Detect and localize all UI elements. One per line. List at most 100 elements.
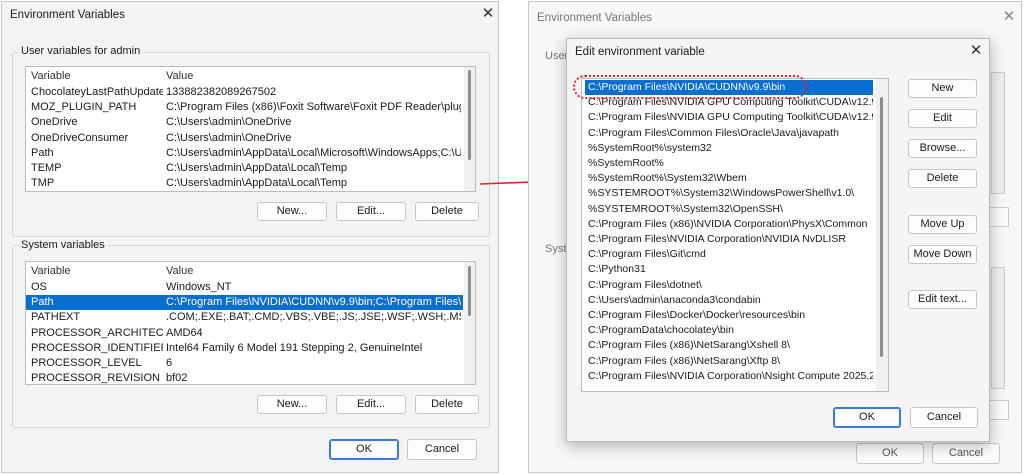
vertical-scrollbar[interactable] (464, 262, 475, 384)
edit-text-button[interactable]: Edit text... (908, 290, 977, 309)
bg-ok-button: OK (856, 443, 924, 464)
move-down-button[interactable]: Move Down (908, 245, 977, 264)
bg-list-right-edge (991, 72, 1005, 194)
table-row[interactable]: OneDriveConsumer C:\Users\admin\OneDrive (26, 131, 463, 146)
path-entry[interactable]: C:\Program Files\Docker\Docker\resources… (585, 308, 873, 323)
close-icon[interactable]: ✕ (478, 5, 498, 23)
variable-name: TMP (31, 177, 55, 190)
highlight-circle (573, 75, 807, 99)
variable-value: C:\Users\admin\OneDrive (166, 116, 292, 129)
user-new-button[interactable]: New... (257, 202, 327, 221)
window-title: Environment Variables (10, 9, 125, 21)
user-vars-list[interactable]: Variable Value ChocolateyLastPathUpdate 1… (25, 66, 476, 192)
variable-value: 6 (166, 357, 173, 369)
variable-name: PROCESSOR_LEVEL (31, 357, 142, 369)
path-entry[interactable]: %SystemRoot% (585, 156, 873, 171)
table-row[interactable]: MOZ_PLUGIN_PATH C:\Program Files (x86)\Fo… (26, 100, 463, 115)
bg-cancel-button: Cancel (932, 443, 1000, 464)
path-entry[interactable]: C:\Program Files\NVIDIA GPU Computing To… (585, 110, 873, 125)
system-vars-label: System variables (18, 239, 108, 251)
variable-value: C:\Users\admin\OneDrive (166, 131, 292, 144)
ok-button[interactable]: OK (833, 407, 901, 428)
path-entry[interactable]: C:\Program Files\Common Files\Oracle\Jav… (585, 126, 873, 141)
table-row[interactable]: PATHEXT .COM;.EXE;.BAT;.CMD;.VBS;.VBE;.JS… (26, 310, 463, 325)
close-icon[interactable]: ✕ (999, 8, 1019, 26)
table-row[interactable]: Path C:\Users\admin\AppData\Local\Microso… (26, 146, 463, 161)
ok-button[interactable]: OK (329, 439, 399, 460)
scrollbar-thumb[interactable] (468, 70, 471, 160)
path-entry[interactable]: C:\ProgramData\chocolatey\bin (585, 323, 873, 338)
system-delete-button[interactable]: Delete (415, 395, 479, 414)
delete-button[interactable]: Delete (908, 169, 977, 188)
new-button[interactable]: New (908, 79, 977, 98)
variable-name: TEMP (31, 162, 62, 174)
bg-list-right-edge (991, 267, 1005, 389)
bg-button (989, 400, 1009, 420)
table-row[interactable]: ChocolateyLastPathUpdate 1338823820892675… (26, 85, 463, 100)
variable-value: Intel64 Family 6 Model 191 Stepping 2, G… (166, 341, 423, 354)
dialog-title: Edit environment variable (575, 46, 705, 58)
table-row[interactable]: Path C:\Program Files\NVIDIA\CUDNN\v9.9\b… (26, 295, 463, 311)
edit-button[interactable]: Edit (908, 109, 977, 128)
variable-value: Windows_NT (166, 281, 232, 293)
variable-name: PROCESSOR_REVISION (31, 372, 160, 385)
vertical-scrollbar[interactable] (876, 79, 888, 391)
bg-user-label: User (545, 50, 569, 62)
variable-name: PROCESSOR_ARCHITECTURE (31, 326, 163, 339)
path-entry[interactable]: %SystemRoot%\system32 (585, 141, 873, 156)
vertical-scrollbar[interactable] (464, 67, 475, 191)
cancel-button[interactable]: Cancel (910, 407, 978, 428)
variable-value: C:\Program Files\NVIDIA\CUDNN\v9.9\bin;C… (166, 296, 461, 309)
table-row[interactable]: PROCESSOR_IDENTIFIER Intel64 Family 6 Mod… (26, 341, 463, 356)
user-edit-button[interactable]: Edit... (336, 202, 406, 221)
table-row[interactable]: PROCESSOR_ARCHITECTUREAMD64 (26, 326, 463, 341)
close-icon[interactable]: ✕ (966, 42, 986, 60)
table-row[interactable]: OneDrive C:\Users\admin\OneDrive (26, 115, 463, 130)
scrollbar-thumb[interactable] (880, 97, 883, 357)
scrollbar-thumb[interactable] (468, 266, 471, 316)
variable-name: PROCESSOR_IDENTIFIER (31, 341, 163, 354)
column-header-value[interactable]: Value (166, 264, 193, 279)
variable-name: ChocolateyLastPathUpdate (31, 86, 163, 98)
variable-name: MOZ_PLUGIN_PATH (31, 101, 137, 114)
list-header: Variable Value (26, 264, 475, 279)
variable-value: .COM;.EXE;.BAT;.CMD;.VBS;.VBE;.JS;.JSE;.… (166, 311, 461, 324)
path-entry[interactable]: %SYSTEMROOT%\System32\WindowsPowerShell\… (585, 186, 873, 201)
cancel-button[interactable]: Cancel (407, 439, 477, 460)
table-row[interactable]: TEMP C:\Users\admin\AppData\Local\Temp (26, 161, 463, 176)
bg-button (989, 207, 1009, 227)
path-entry[interactable]: C:\Program Files\NVIDIA Corporation\NVID… (585, 232, 873, 247)
column-header-variable[interactable]: Variable (31, 264, 71, 279)
path-entry[interactable]: C:\Program Files (x86)\NetSarang\Xftp 8\ (585, 354, 873, 369)
column-header-variable[interactable]: Variable (31, 69, 71, 84)
variable-value: 133882382089267502 (166, 86, 277, 98)
system-vars-list[interactable]: Variable Value OS Windows_NT Path C:\Progra… (25, 261, 476, 385)
path-entry[interactable]: C:\Program Files\dotnet\ (585, 278, 873, 293)
system-new-button[interactable]: New... (257, 395, 327, 414)
variable-name: Path (31, 146, 54, 159)
table-row[interactable]: PROCESSOR_LEVEL 6 (26, 356, 463, 371)
variable-name: Path (31, 296, 54, 309)
variable-name: OneDrive (31, 116, 78, 129)
table-row[interactable]: TMP C:\Users\admin\AppData\Local\Temp (26, 176, 463, 191)
path-entry[interactable]: C:\Program Files (x86)\NetSarang\Xshell … (585, 338, 873, 353)
variable-name: OS (31, 281, 47, 293)
list-header: Variable Value (26, 69, 475, 84)
path-entry[interactable]: C:\Program Files\Git\cmd (585, 247, 873, 262)
system-edit-button[interactable]: Edit... (336, 395, 406, 414)
path-entry[interactable]: C:\Users\admin\anaconda3\condabin (585, 293, 873, 308)
path-entries-list[interactable]: C:\Program Files\NVIDIA\CUDNN\v9.9\bin C:… (581, 78, 889, 392)
path-entry[interactable]: C:\Python31 (585, 262, 873, 277)
move-up-button[interactable]: Move Up (908, 215, 977, 234)
path-entry[interactable]: %SystemRoot%\System32\Wbem (585, 171, 873, 186)
column-header-value[interactable]: Value (166, 69, 193, 84)
user-vars-label: User variables for admin (18, 45, 144, 57)
user-delete-button[interactable]: Delete (415, 202, 479, 221)
path-entry[interactable]: C:\Program Files (x86)\NVIDIA Corporatio… (585, 217, 873, 232)
path-entry[interactable]: %SYSTEMROOT%\System32\OpenSSH\ (585, 202, 873, 217)
table-row[interactable]: PROCESSOR_REVISION bf02 (26, 371, 463, 385)
browse-button[interactable]: Browse... (908, 139, 977, 158)
path-entry[interactable]: C:\Program Files\NVIDIA Corporation\Nsig… (585, 369, 873, 384)
variable-value: C:\Program Files (x86)\Foxit Software\Fo… (166, 101, 461, 114)
table-row[interactable]: OS Windows_NT (26, 280, 463, 295)
